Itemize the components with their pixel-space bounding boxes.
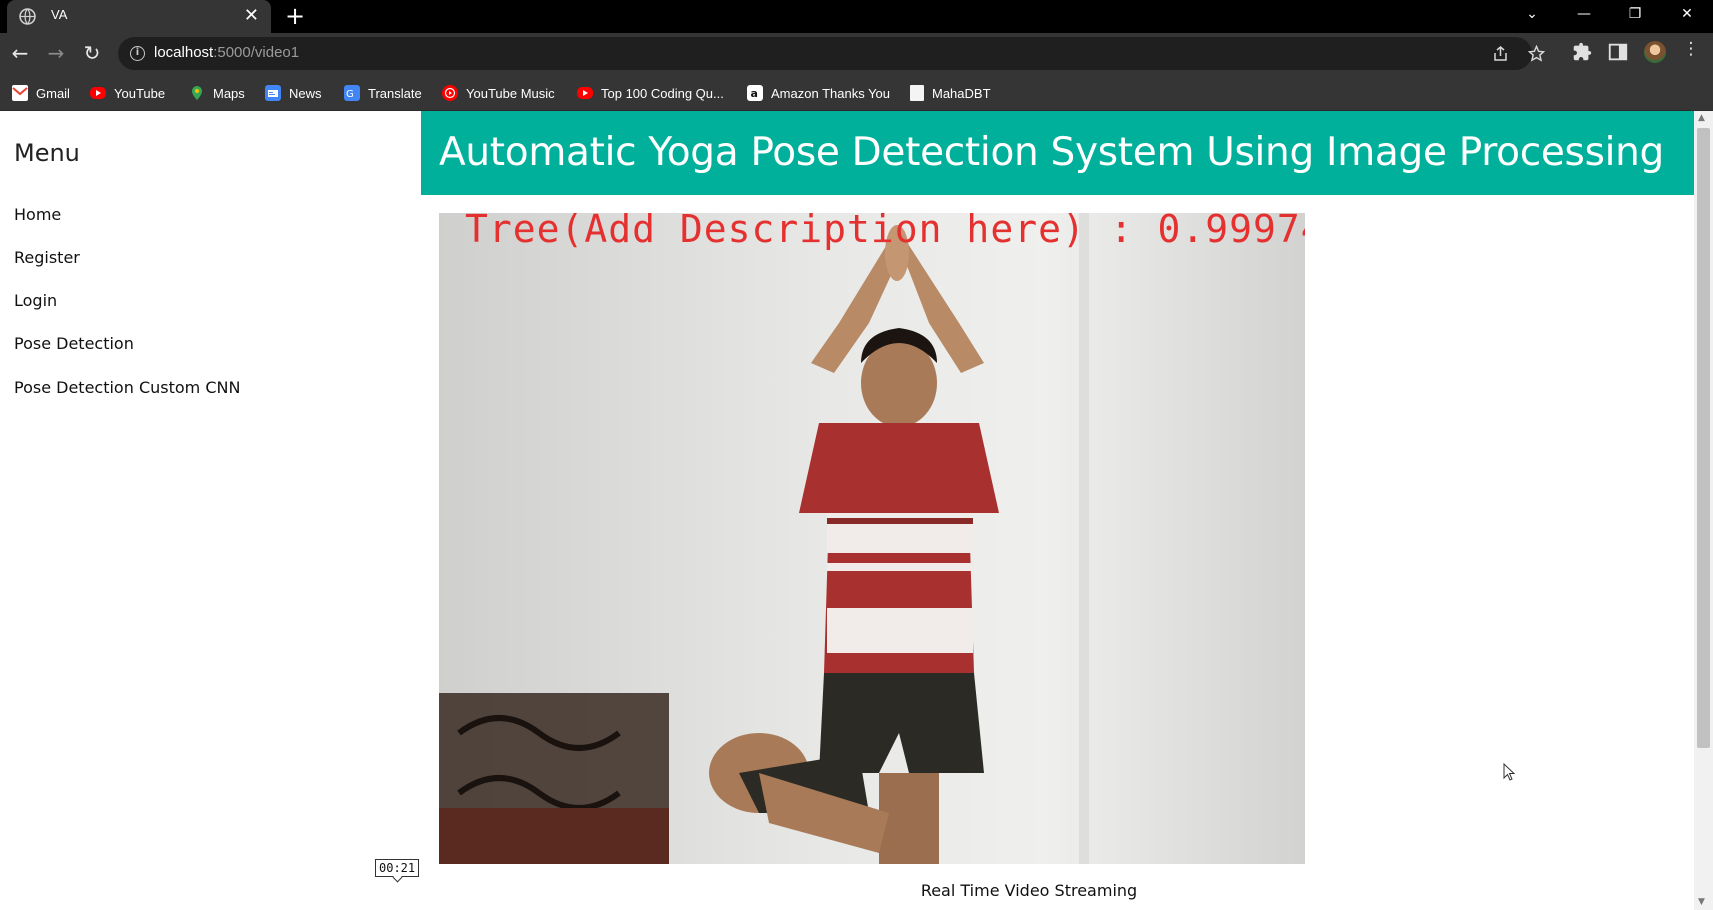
bookmarks-bar: Gmail YouTube Maps News G Translate YouT… bbox=[0, 74, 1713, 111]
svg-text:G: G bbox=[346, 89, 354, 100]
bookmark-amazon[interactable]: a Amazon Thanks You bbox=[747, 83, 890, 103]
pose-prediction-overlay: Tree(Add Description here) : 0.999749 bbox=[465, 213, 1305, 251]
document-icon bbox=[910, 85, 924, 101]
scroll-up-icon[interactable]: ▲ bbox=[1698, 113, 1705, 123]
menu-item-pose-detection[interactable]: Pose Detection bbox=[14, 334, 134, 353]
side-panel-icon[interactable] bbox=[1607, 41, 1629, 63]
close-tab-icon[interactable]: ✕ bbox=[244, 6, 259, 26]
translate-icon: G bbox=[344, 85, 360, 101]
scroll-down-icon[interactable]: ▼ bbox=[1698, 897, 1705, 907]
bookmark-star-icon[interactable] bbox=[1528, 45, 1545, 62]
tab-title: VA bbox=[51, 7, 68, 22]
page-header: Automatic Yoga Pose Detection System Usi… bbox=[421, 111, 1694, 195]
more-menu-icon[interactable]: ⋮ bbox=[1680, 39, 1702, 61]
tab-search-button[interactable]: ⌄ bbox=[1508, 0, 1556, 30]
address-bar[interactable]: i localhost:5000/video1 bbox=[118, 37, 1545, 70]
mouse-cursor-icon bbox=[1503, 763, 1516, 781]
menu-item-register[interactable]: Register bbox=[14, 248, 80, 267]
minimize-button[interactable]: — bbox=[1560, 0, 1608, 30]
scroll-thumb[interactable] bbox=[1697, 128, 1710, 748]
bookmark-mahadbt[interactable]: MahaDBT bbox=[910, 83, 991, 103]
profile-avatar[interactable] bbox=[1644, 41, 1666, 63]
bookmark-coding-questions[interactable]: Top 100 Coding Qu... bbox=[577, 83, 724, 103]
browser-tab[interactable]: VA ✕ bbox=[7, 0, 271, 33]
menu-item-login[interactable]: Login bbox=[14, 291, 57, 310]
tab-strip: VA ✕ + ⌄ — ❐ ✕ bbox=[0, 0, 1713, 33]
bookmark-translate[interactable]: G Translate bbox=[344, 83, 422, 103]
gmail-icon bbox=[12, 85, 28, 101]
globe-icon bbox=[19, 8, 36, 25]
bookmark-gmail[interactable]: Gmail bbox=[12, 83, 70, 103]
share-icon[interactable] bbox=[1492, 46, 1509, 62]
video-frame-image bbox=[439, 213, 1305, 864]
sidebar: Menu Home Register Login Pose Detection … bbox=[0, 111, 421, 910]
video-stream: Tree(Add Description here) : 0.999749 bbox=[439, 213, 1305, 864]
new-tab-button[interactable]: + bbox=[285, 4, 305, 28]
reload-button[interactable]: ↻ bbox=[80, 42, 104, 66]
page-scrollbar[interactable]: ▲ ▼ bbox=[1694, 111, 1713, 910]
forward-button[interactable]: → bbox=[44, 42, 68, 66]
page-content: Menu Home Register Login Pose Detection … bbox=[0, 111, 1713, 910]
restore-button[interactable]: ❐ bbox=[1611, 0, 1659, 30]
youtube-icon bbox=[577, 87, 593, 99]
window-close-button[interactable]: ✕ bbox=[1663, 0, 1711, 30]
bookmark-youtube-music[interactable]: YouTube Music bbox=[442, 83, 555, 103]
youtube-icon bbox=[90, 87, 106, 99]
svg-text:a: a bbox=[751, 87, 758, 100]
bookmark-maps[interactable]: Maps bbox=[189, 83, 245, 103]
extensions-icon[interactable] bbox=[1571, 41, 1593, 63]
bookmark-news[interactable]: News bbox=[265, 83, 322, 103]
back-button[interactable]: ← bbox=[8, 42, 32, 66]
recording-timer: 00:21 bbox=[375, 859, 420, 877]
menu-title: Menu bbox=[14, 139, 80, 167]
menu-item-pose-detection-custom-cnn[interactable]: Pose Detection Custom CNN bbox=[14, 378, 240, 397]
stream-label: Real Time Video Streaming bbox=[920, 881, 1138, 900]
main-area: Automatic Yoga Pose Detection System Usi… bbox=[421, 111, 1694, 910]
amazon-icon: a bbox=[747, 85, 763, 101]
url-text[interactable]: localhost:5000/video1 bbox=[154, 44, 299, 61]
site-info-icon[interactable]: i bbox=[130, 46, 145, 61]
bookmark-youtube[interactable]: YouTube bbox=[90, 83, 165, 103]
page-title: Automatic Yoga Pose Detection System Usi… bbox=[439, 130, 1665, 175]
browser-toolbar: ← → ↻ i localhost:5000/video1 ⋮ bbox=[0, 33, 1713, 74]
maps-icon bbox=[189, 85, 205, 101]
youtube-music-icon bbox=[442, 85, 458, 101]
news-icon bbox=[265, 85, 281, 101]
menu-item-home[interactable]: Home bbox=[14, 205, 61, 224]
